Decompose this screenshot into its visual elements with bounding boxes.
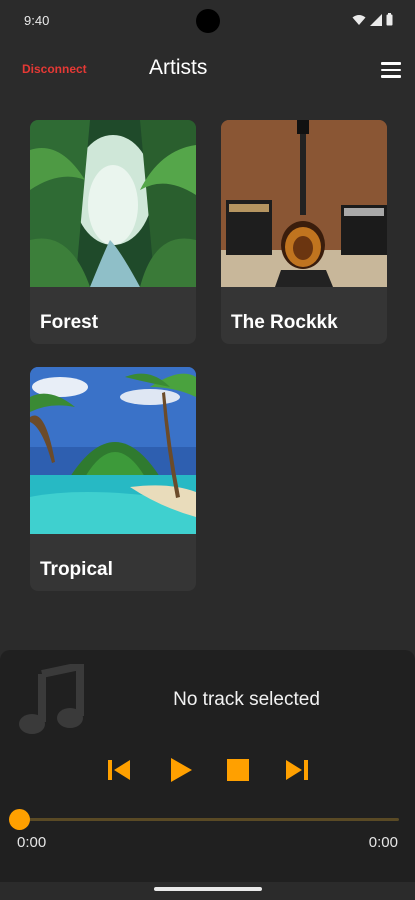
artist-name: The Rockkk: [231, 312, 338, 333]
stop-icon[interactable]: [222, 754, 254, 786]
menu-icon[interactable]: [381, 62, 401, 78]
app-bar: Disconnect Artists: [0, 42, 415, 98]
wifi-icon: [352, 14, 366, 25]
status-bar: 9:40: [0, 0, 415, 42]
skip-previous-icon[interactable]: [103, 754, 135, 786]
artist-card-forest[interactable]: Forest: [30, 120, 196, 344]
artist-name: Tropical: [40, 559, 113, 580]
status-icons: [352, 13, 393, 26]
gesture-bar: [154, 887, 262, 891]
signal-icon: [370, 13, 382, 26]
artist-artwork-forest: [30, 120, 196, 287]
player-panel: No track selected 0:00 0:00: [0, 650, 415, 882]
play-icon[interactable]: [164, 754, 196, 786]
camera-cutout: [196, 9, 220, 33]
battery-icon: [386, 13, 393, 26]
artist-artwork-the-rockkk: [221, 120, 387, 287]
skip-next-icon[interactable]: [281, 754, 313, 786]
page-title: Artists: [149, 56, 208, 79]
artist-name: Forest: [40, 312, 99, 333]
artist-artwork-tropical: [30, 367, 196, 534]
playback-controls: [0, 754, 415, 786]
seek-thumb[interactable]: [9, 809, 30, 830]
artist-card-the-rockkk[interactable]: The Rockkk: [221, 120, 387, 344]
artist-card-tropical[interactable]: Tropical: [30, 367, 196, 591]
current-time: 0:00: [17, 834, 47, 851]
total-time: 0:00: [368, 834, 398, 851]
seek-bar[interactable]: [19, 818, 399, 821]
now-playing-text: No track selected: [173, 689, 320, 710]
status-time: 9:40: [24, 13, 50, 28]
disconnect-button[interactable]: Disconnect: [22, 62, 87, 76]
